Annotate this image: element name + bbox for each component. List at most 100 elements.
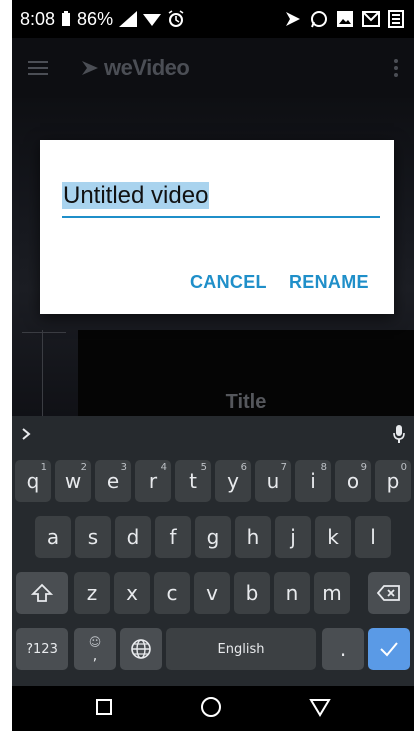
key-o[interactable]: o9 <box>335 460 371 502</box>
key-label: g <box>206 525 220 549</box>
app-bar: weVideo <box>12 38 414 98</box>
key-l[interactable]: l <box>355 516 391 558</box>
key-s[interactable]: s <box>75 516 111 558</box>
video-name-input[interactable]: Untitled video <box>62 182 380 218</box>
keyboard-row-2: as d f g h j k l <box>12 516 414 560</box>
key-number-hint: 9 <box>360 462 367 473</box>
key-a[interactable]: a <box>35 516 71 558</box>
keyboard-row-1: q1w2e3r4t5y6u7i8o9p0 <box>12 460 414 504</box>
key-f[interactable]: f <box>155 516 191 558</box>
key-t[interactable]: t5 <box>175 460 211 502</box>
key-y[interactable]: y6 <box>215 460 251 502</box>
key-v[interactable]: v <box>194 572 230 614</box>
title-clip-preview[interactable]: Title <box>78 330 414 416</box>
wifi-icon <box>143 11 162 27</box>
key-k[interactable]: k <box>315 516 351 558</box>
key-label: t <box>189 469 197 493</box>
phone-screen: 8:08 86% weVideo Title Untitled video CA… <box>12 0 414 731</box>
key-label: h <box>246 525 260 549</box>
rename-dialog: Untitled video CANCEL RENAME <box>40 140 394 314</box>
key-e[interactable]: e3 <box>95 460 131 502</box>
space-key[interactable]: English <box>166 628 316 670</box>
backspace-key[interactable] <box>368 572 410 614</box>
key-r[interactable]: r4 <box>135 460 171 502</box>
menu-icon[interactable] <box>28 61 48 75</box>
key-label: p <box>386 469 400 493</box>
key-label: k <box>327 525 339 549</box>
app-logo: weVideo <box>82 55 190 81</box>
news-icon <box>388 10 406 28</box>
key-label: j <box>290 525 296 549</box>
image-icon <box>336 10 354 28</box>
key-number-hint: 2 <box>80 462 87 473</box>
key-number-hint: 8 <box>320 462 327 473</box>
emoji-hint: ☺ <box>88 635 102 649</box>
home-icon[interactable] <box>200 696 222 722</box>
key-label: z <box>86 581 98 605</box>
key-label: d <box>126 525 140 549</box>
key-label: n <box>285 581 299 605</box>
alarm-icon <box>167 10 185 28</box>
key-w[interactable]: w2 <box>55 460 91 502</box>
keyboard-row-3: z x c v b nm <box>12 572 414 616</box>
recents-icon[interactable] <box>95 698 113 720</box>
key-q[interactable]: q1 <box>15 460 51 502</box>
key-h[interactable]: h <box>235 516 271 558</box>
key-label: y <box>227 469 239 493</box>
key-g[interactable]: g <box>195 516 231 558</box>
key-number-hint: 1 <box>40 462 47 473</box>
symbols-key[interactable]: ?123 <box>16 628 68 670</box>
navigation-bar <box>12 686 414 731</box>
key-label: b <box>245 581 259 605</box>
key-p[interactable]: p0 <box>375 460 411 502</box>
microphone-icon[interactable] <box>392 424 406 448</box>
key-u[interactable]: u7 <box>255 460 291 502</box>
key-label: c <box>166 581 178 605</box>
whatsapp-icon <box>310 10 328 28</box>
language-globe-key[interactable] <box>120 628 162 670</box>
key-x[interactable]: x <box>114 572 150 614</box>
key-b[interactable]: b <box>234 572 270 614</box>
key-label: s <box>87 525 99 549</box>
key-i[interactable]: i8 <box>295 460 331 502</box>
video-name-selected-text: Untitled video <box>62 182 210 209</box>
back-icon[interactable] <box>308 697 331 721</box>
key-label: q <box>26 469 40 493</box>
key-number-hint: 3 <box>120 462 127 473</box>
timeline-divider-horizontal <box>22 332 66 333</box>
key-label: i <box>310 469 316 493</box>
keyboard-toolbar <box>12 416 414 456</box>
key-label: f <box>169 525 177 549</box>
battery-percent: 86% <box>77 8 114 29</box>
key-number-hint: 4 <box>160 462 167 473</box>
comma-label: , <box>92 648 98 664</box>
key-label: x <box>126 581 138 605</box>
key-label: u <box>266 469 280 493</box>
period-key[interactable]: . <box>322 628 364 670</box>
app-brand-text: weVideo <box>104 55 190 80</box>
cancel-button[interactable]: CANCEL <box>190 272 267 293</box>
enter-key[interactable] <box>368 628 410 670</box>
key-label: m <box>322 581 342 605</box>
gmail-icon <box>362 10 380 28</box>
key-label: o <box>346 469 360 493</box>
key-label: e <box>106 469 120 493</box>
soft-keyboard: q1w2e3r4t5y6u7i8o9p0 asdfghjkl zxcvbnm ?… <box>12 416 414 686</box>
key-n[interactable]: n <box>274 572 310 614</box>
key-c[interactable]: c <box>154 572 190 614</box>
key-number-hint: 7 <box>280 462 287 473</box>
expand-toolbar-icon[interactable] <box>20 426 32 446</box>
key-d[interactable]: d <box>115 516 151 558</box>
rename-button[interactable]: RENAME <box>289 272 369 293</box>
key-label: v <box>206 581 218 605</box>
emoji-comma-key[interactable]: ☺ , <box>74 628 116 670</box>
key-m[interactable]: m <box>314 572 350 614</box>
key-label: l <box>370 525 376 549</box>
shift-key[interactable] <box>16 572 68 614</box>
key-z[interactable]: z <box>74 572 110 614</box>
status-bar: 8:08 86% <box>12 0 414 38</box>
key-j[interactable]: j <box>275 516 311 558</box>
battery-icon <box>61 11 71 27</box>
more-options-icon[interactable] <box>394 59 398 77</box>
timeline-divider <box>42 330 43 416</box>
